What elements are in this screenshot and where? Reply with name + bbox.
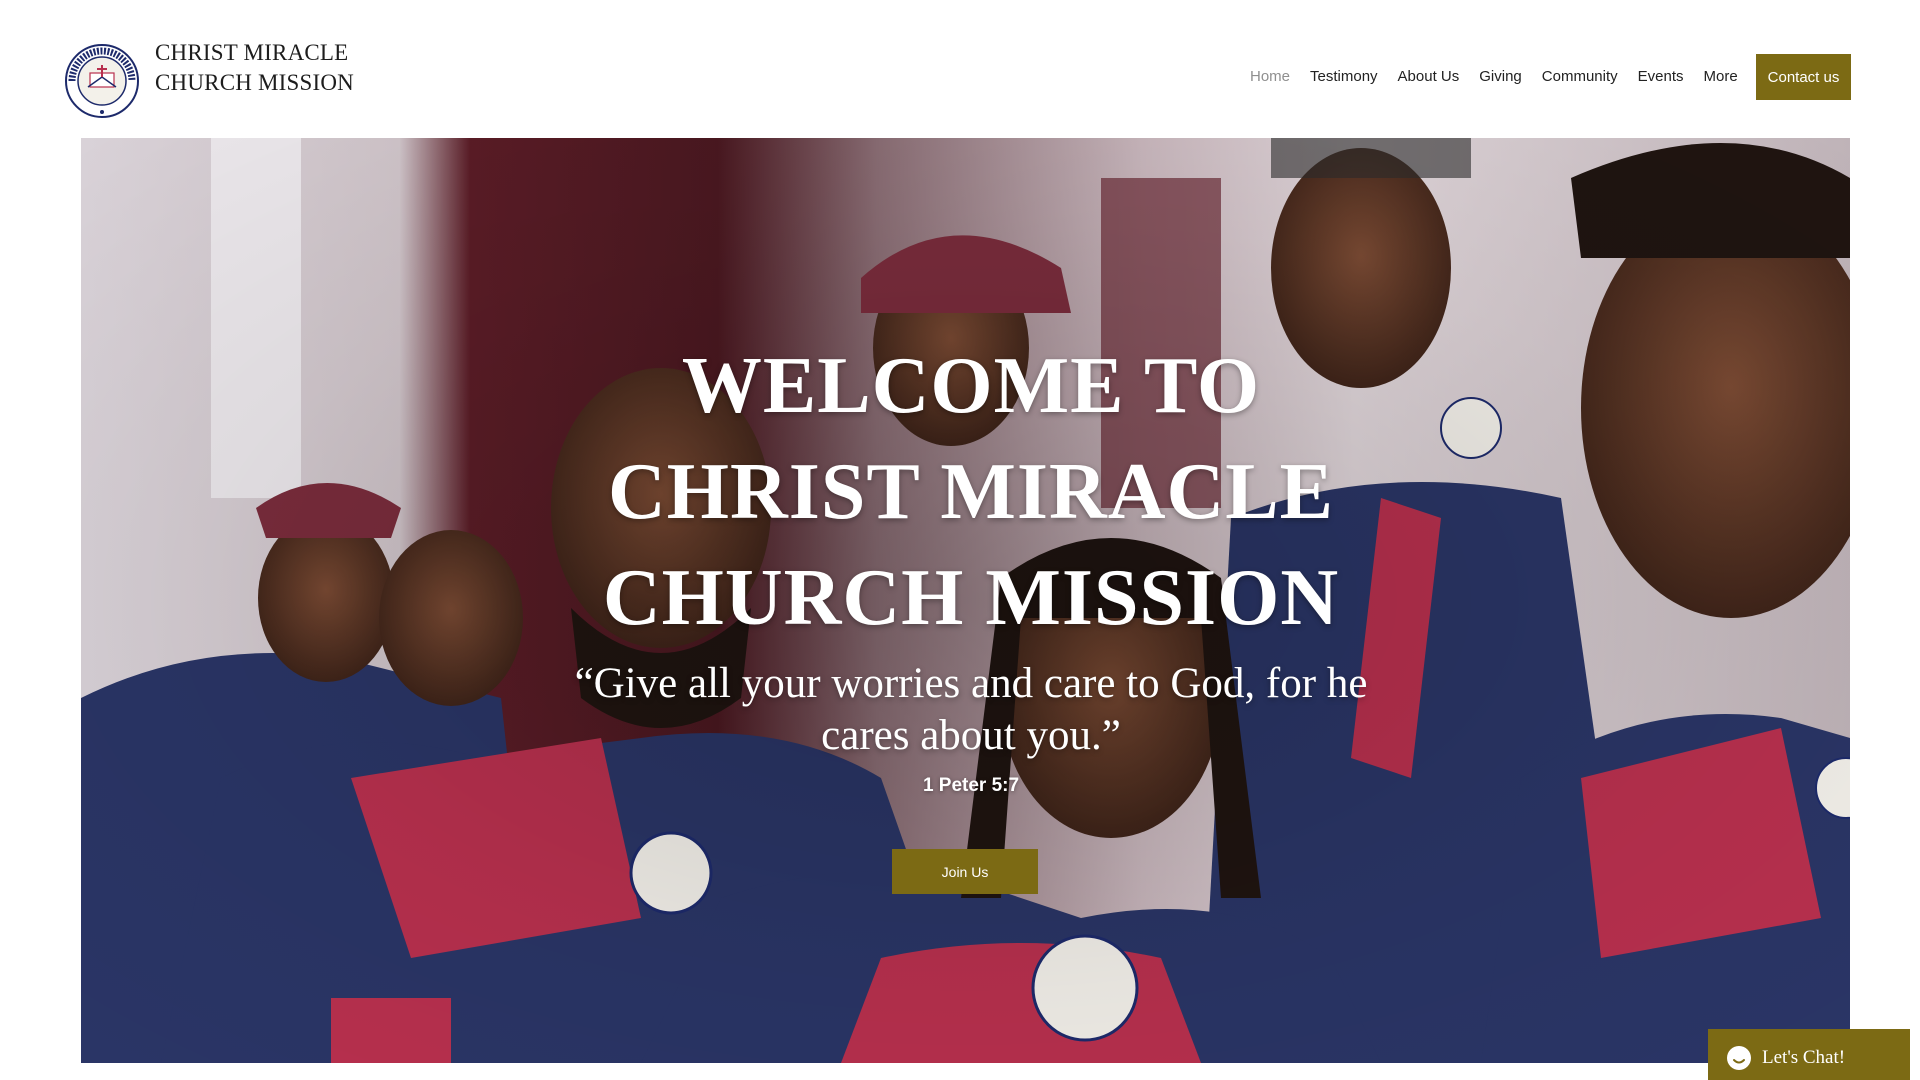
nav-item-home[interactable]: Home — [1250, 68, 1290, 85]
hero-section: WELCOME TO CHRIST MIRACLE CHURCH MISSION… — [81, 138, 1850, 1063]
join-us-button[interactable]: Join Us — [892, 849, 1038, 894]
chat-smiley-icon — [1727, 1045, 1751, 1070]
church-logo[interactable] — [64, 43, 140, 119]
chat-widget-button[interactable]: Let's Chat! — [1708, 1029, 1910, 1080]
main-nav: Home Testimony About Us Giving Community… — [1250, 64, 1738, 88]
hero-scripture-reference: 1 Peter 5:7 — [922, 775, 1020, 796]
hero-title: WELCOME TO CHRIST MIRACLE CHURCH MISSION — [602, 342, 1340, 642]
nav-item-more[interactable]: More — [1704, 68, 1738, 85]
nav-item-testimony[interactable]: Testimony — [1310, 68, 1378, 85]
site-header: CHRIST MIRACLE CHURCH MISSION Home Testi… — [0, 0, 1920, 138]
hero-quote: “Give all your worries and care to God, … — [574, 660, 1368, 759]
nav-item-about-us[interactable]: About Us — [1398, 68, 1460, 85]
nav-item-giving[interactable]: Giving — [1479, 68, 1522, 85]
nav-item-events[interactable]: Events — [1638, 68, 1684, 85]
site-name[interactable]: CHRIST MIRACLE CHURCH MISSION — [155, 38, 375, 98]
contact-us-button[interactable]: Contact us — [1756, 54, 1851, 100]
chat-label: Let's Chat! — [1762, 1046, 1846, 1068]
nav-item-community[interactable]: Community — [1542, 68, 1618, 85]
